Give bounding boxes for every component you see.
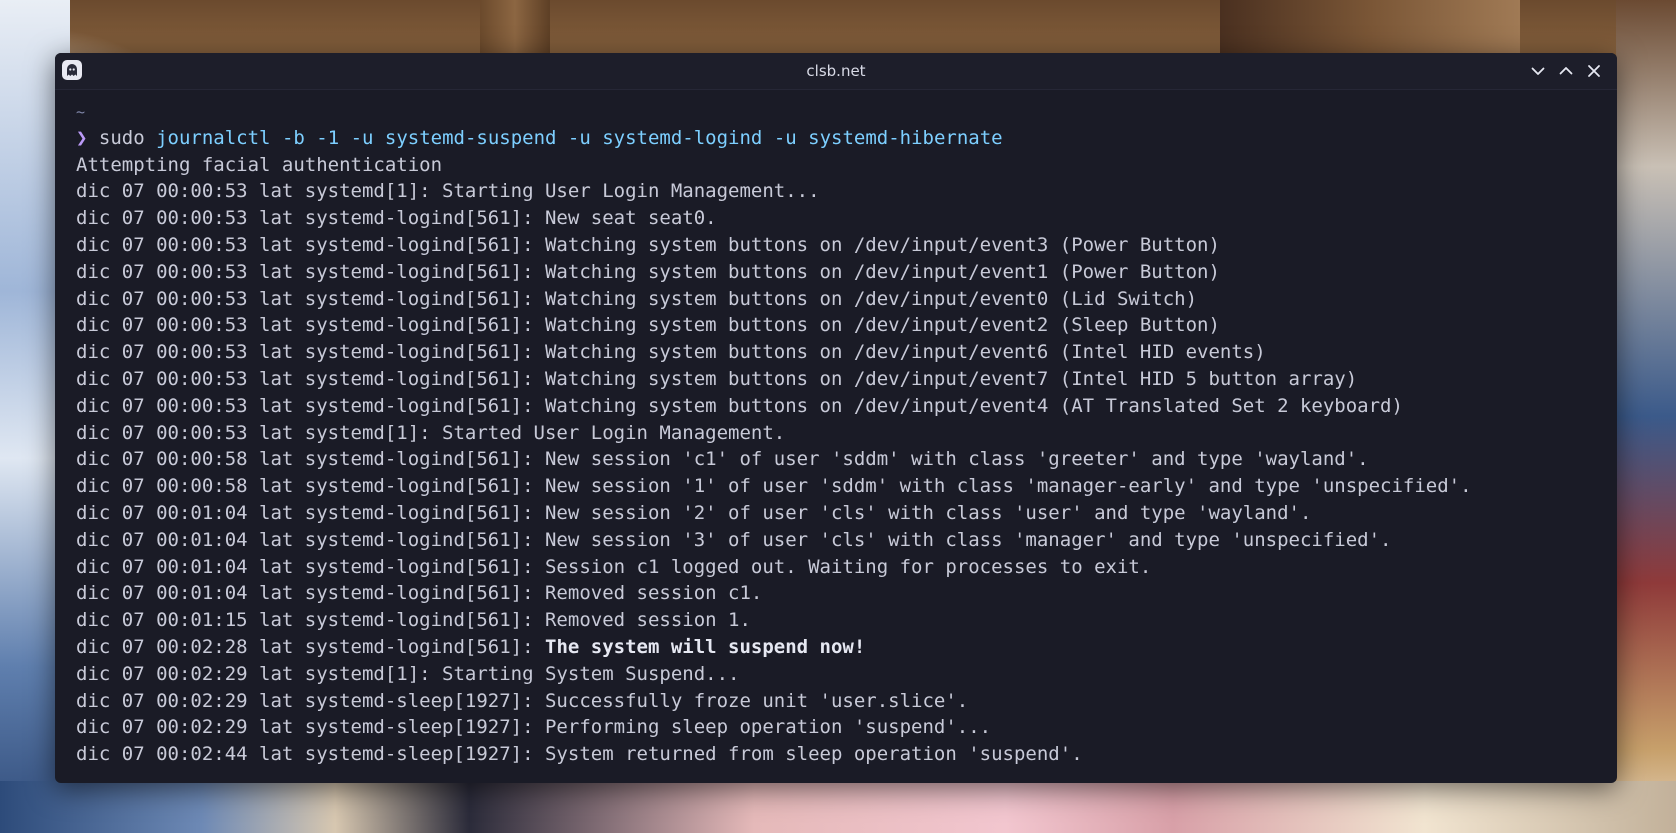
- log-line: dic 07 00:02:29 lat systemd-sleep[1927]:…: [76, 716, 992, 739]
- chevron-down-icon: [1531, 67, 1545, 75]
- log-line: dic 07 00:00:53 lat systemd-logind[561]:…: [76, 367, 1358, 390]
- log-line: dic 07 00:01:04 lat systemd-logind[561]:…: [76, 501, 1312, 524]
- log-line: dic 07 00:01:15 lat systemd-logind[561]:…: [76, 609, 751, 632]
- log-line: dic 07 00:01:04 lat systemd-logind[561]:…: [76, 555, 1152, 578]
- log-line: dic 07 00:01:04 lat systemd-logind[561]:…: [76, 582, 763, 605]
- log-line: dic 07 00:00:53 lat systemd-logind[561]:…: [76, 260, 1220, 283]
- log-line: dic 07 00:02:44 lat systemd-sleep[1927]:…: [76, 743, 1083, 766]
- log-prefix: dic 07 00:02:28 lat systemd-logind[561]:: [76, 635, 545, 658]
- log-output: Attempting facial authentication dic 07 0…: [76, 152, 1617, 634]
- log-line: dic 07 00:00:53 lat systemd-logind[561]:…: [76, 287, 1198, 310]
- terminal-output[interactable]: ~ ❯ sudo journalctl -b -1 -u systemd-sus…: [55, 90, 1617, 783]
- command-line[interactable]: ❯ sudo journalctl -b -1 -u systemd-suspe…: [76, 125, 1617, 152]
- log-line: dic 07 00:02:29 lat systemd[1]: Starting…: [76, 662, 740, 685]
- prompt-symbol: ❯: [76, 126, 88, 149]
- log-line: dic 07 00:00:53 lat systemd[1]: Starting…: [76, 180, 820, 203]
- close-button[interactable]: [1584, 61, 1604, 81]
- command-args: journalctl -b -1 -u systemd-suspend -u s…: [144, 126, 1003, 149]
- suspend-message: The system will suspend now!: [545, 635, 866, 658]
- close-icon: [1588, 65, 1600, 77]
- log-line-suspend: dic 07 00:02:28 lat systemd-logind[561]:…: [76, 634, 1617, 661]
- title-bar[interactable]: clsb.net: [55, 53, 1617, 90]
- log-line: Attempting facial authentication: [76, 153, 443, 176]
- cwd-line: ~: [76, 98, 1617, 125]
- chevron-up-icon: [1559, 67, 1573, 75]
- log-line: dic 07 00:02:29 lat systemd-sleep[1927]:…: [76, 689, 969, 712]
- log-line: dic 07 00:01:04 lat systemd-logind[561]:…: [76, 528, 1392, 551]
- log-line: dic 07 00:00:53 lat systemd-logind[561]:…: [76, 233, 1220, 256]
- log-line: dic 07 00:00:53 lat systemd-logind[561]:…: [76, 341, 1266, 364]
- log-line: dic 07 00:00:58 lat systemd-logind[561]:…: [76, 448, 1369, 471]
- log-line: dic 07 00:00:58 lat systemd-logind[561]:…: [76, 475, 1472, 498]
- wallpaper-beam: [480, 0, 550, 55]
- minimize-button[interactable]: [1528, 61, 1548, 81]
- cwd: ~: [76, 103, 86, 121]
- log-line: dic 07 00:00:53 lat systemd-logind[561]:…: [76, 314, 1220, 337]
- maximize-button[interactable]: [1556, 61, 1576, 81]
- wallpaper-bottom: [0, 781, 1676, 833]
- wallpaper-right: [1616, 0, 1676, 833]
- window-title: clsb.net: [806, 62, 866, 80]
- log-output-after: dic 07 00:02:29 lat systemd[1]: Starting…: [76, 661, 1617, 768]
- log-line: dic 07 00:00:53 lat systemd-logind[561]:…: [76, 207, 717, 230]
- log-line: dic 07 00:00:53 lat systemd-logind[561]:…: [76, 394, 1403, 417]
- wallpaper-beam-right: [1220, 0, 1520, 55]
- command-name: sudo: [98, 126, 145, 149]
- log-line: dic 07 00:00:53 lat systemd[1]: Started …: [76, 421, 786, 444]
- terminal-window[interactable]: clsb.net ~ ❯ sudo journalctl -b -1 -u sy…: [55, 53, 1617, 783]
